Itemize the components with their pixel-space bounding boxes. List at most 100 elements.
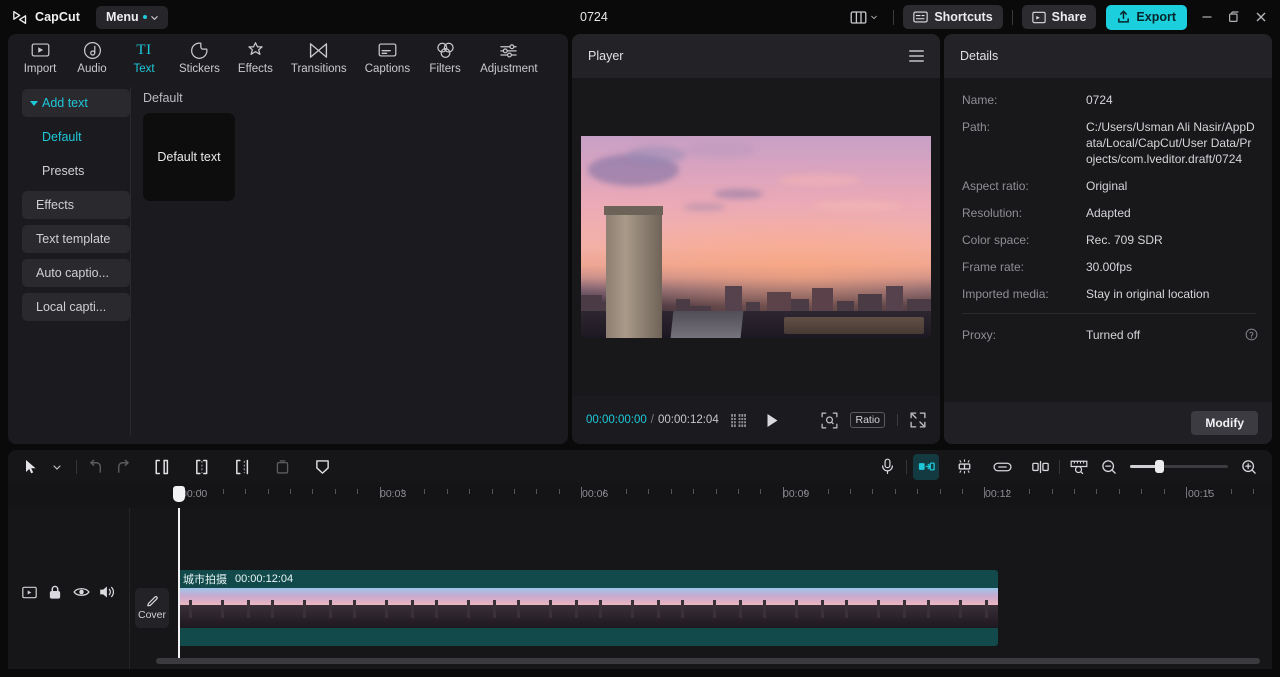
modify-button[interactable]: Modify bbox=[1191, 411, 1258, 435]
ruler-tick bbox=[222, 489, 224, 494]
lock-icon[interactable] bbox=[46, 583, 64, 601]
mirror-button[interactable] bbox=[951, 454, 977, 480]
default-text-card[interactable]: Default text bbox=[143, 113, 235, 201]
ruler-tick bbox=[1074, 489, 1075, 494]
timeline-horizontal-scrollbar[interactable] bbox=[156, 658, 1260, 664]
ruler-label: 00:03 bbox=[380, 488, 407, 500]
tab-transitions[interactable]: Transitions bbox=[282, 37, 356, 78]
select-tool-button[interactable] bbox=[18, 454, 44, 480]
play-button[interactable] bbox=[766, 413, 779, 428]
tab-audio[interactable]: Audio bbox=[66, 37, 118, 78]
frames-icon[interactable] bbox=[730, 413, 748, 427]
sidebar-item-presets[interactable]: Presets bbox=[22, 157, 130, 185]
details-row-name: Name: 0724 bbox=[962, 92, 1256, 108]
tool-dropdown-button[interactable] bbox=[44, 454, 70, 480]
sidebar-item-add-text[interactable]: Add text bbox=[22, 89, 130, 117]
menu-button[interactable]: Menu bbox=[96, 5, 168, 29]
delete-button[interactable] bbox=[269, 454, 295, 480]
clip-filmstrip bbox=[178, 588, 998, 628]
thumbnail-icon[interactable] bbox=[20, 583, 38, 601]
timeline-clip[interactable]: 城市拍摄 00:00:12:04 bbox=[178, 570, 998, 646]
ruler-tick bbox=[894, 489, 896, 494]
filmstrip-frame bbox=[424, 588, 506, 628]
ruler-tick bbox=[760, 489, 762, 494]
zoom-slider[interactable] bbox=[1130, 460, 1228, 473]
cloud bbox=[682, 202, 725, 211]
trim-right-button[interactable] bbox=[229, 454, 255, 480]
capcut-logo-icon bbox=[13, 10, 27, 24]
construction-site bbox=[784, 316, 924, 335]
eye-icon[interactable] bbox=[72, 583, 90, 601]
ruler-tick bbox=[290, 489, 291, 494]
link-button[interactable] bbox=[989, 454, 1015, 480]
sidebar-item-auto-captions[interactable]: Auto captio... bbox=[22, 259, 130, 287]
layout-icon bbox=[850, 10, 867, 24]
tab-text[interactable]: TI Text bbox=[118, 37, 170, 78]
redo-button[interactable] bbox=[109, 454, 135, 480]
video-preview[interactable] bbox=[581, 136, 931, 338]
hamburger-icon[interactable] bbox=[909, 50, 924, 62]
shortcuts-button[interactable]: Shortcuts bbox=[903, 5, 1003, 29]
menu-label: Menu bbox=[106, 10, 139, 24]
ratio-button[interactable]: Ratio bbox=[850, 412, 885, 428]
ruler-tick bbox=[850, 489, 851, 494]
chevron-down-icon bbox=[871, 15, 878, 20]
sidebar-item-label: Presets bbox=[42, 164, 85, 178]
tab-import[interactable]: Import bbox=[14, 37, 66, 78]
minimize-icon bbox=[1202, 16, 1211, 18]
tab-adjustment[interactable]: Adjustment bbox=[471, 37, 547, 78]
cover-button[interactable]: Cover bbox=[135, 588, 169, 628]
text-icon: TI bbox=[136, 41, 152, 58]
shortcuts-label: Shortcuts bbox=[934, 10, 993, 24]
sidebar-item-default[interactable]: Default bbox=[22, 123, 130, 151]
fit-timeline-button[interactable] bbox=[1066, 454, 1092, 480]
ruler-tick bbox=[536, 489, 538, 494]
tab-captions[interactable]: Captions bbox=[356, 37, 419, 78]
playhead[interactable] bbox=[178, 508, 180, 658]
split-button[interactable] bbox=[149, 454, 175, 480]
sidebar-item-local-captions[interactable]: Local capti... bbox=[22, 293, 130, 321]
details-key: Color space: bbox=[962, 233, 1030, 247]
ruler-tick bbox=[670, 489, 672, 494]
details-value: 30.00fps bbox=[1086, 260, 1133, 274]
cloud bbox=[812, 200, 903, 211]
details-key: Path: bbox=[962, 120, 991, 134]
player-panel: Player 00:00:00:00 / 00:00:12:04 Ratio bbox=[572, 34, 940, 444]
playhead-handle[interactable] bbox=[173, 486, 185, 502]
timeline-ruler[interactable]: 00:00 00:03 00:06 00:09 00:12 00:15 bbox=[8, 483, 1272, 508]
layout-button[interactable] bbox=[844, 7, 884, 28]
clip-duration: 00:00:12:04 bbox=[235, 573, 294, 585]
tab-effects[interactable]: Effects bbox=[229, 37, 282, 78]
help-icon[interactable] bbox=[1245, 328, 1258, 341]
auto-snap-button[interactable] bbox=[913, 453, 939, 480]
ruler-tick bbox=[648, 489, 650, 494]
zoom-fit-icon[interactable] bbox=[821, 412, 838, 429]
fullscreen-icon[interactable] bbox=[910, 412, 926, 428]
divider bbox=[962, 313, 1256, 314]
library-panel: Import Audio TI Text Stickers Effects Tr… bbox=[8, 34, 568, 444]
freeze-button[interactable] bbox=[309, 454, 335, 480]
library-body: Add text Default Presets Effects Text te… bbox=[8, 81, 568, 444]
marker-button[interactable] bbox=[1027, 454, 1053, 480]
sidebar-item-effects[interactable]: Effects bbox=[22, 191, 130, 219]
tab-filters[interactable]: Filters bbox=[419, 37, 471, 78]
trim-left-button[interactable] bbox=[189, 454, 215, 480]
zoom-out-button[interactable] bbox=[1096, 454, 1122, 480]
tab-stickers[interactable]: Stickers bbox=[170, 37, 229, 78]
share-button[interactable]: Share bbox=[1021, 5, 1097, 29]
zoom-slider-handle[interactable] bbox=[1155, 460, 1164, 473]
details-value: Stay in original location bbox=[1086, 287, 1210, 301]
ruler-tick bbox=[872, 489, 874, 494]
maximize-button[interactable] bbox=[1220, 0, 1247, 34]
close-button[interactable] bbox=[1247, 0, 1274, 34]
record-button[interactable] bbox=[874, 454, 900, 480]
ruler-tick bbox=[1253, 489, 1255, 494]
details-row-resolution: Resolution: Adapted bbox=[962, 205, 1256, 221]
speaker-icon[interactable] bbox=[98, 583, 116, 601]
minimize-button[interactable] bbox=[1193, 0, 1220, 34]
sidebar-item-text-template[interactable]: Text template bbox=[22, 225, 130, 253]
undo-button[interactable] bbox=[83, 454, 109, 480]
ruler-tick bbox=[693, 489, 695, 494]
export-button[interactable]: Export bbox=[1106, 4, 1187, 30]
zoom-in-button[interactable] bbox=[1236, 454, 1262, 480]
